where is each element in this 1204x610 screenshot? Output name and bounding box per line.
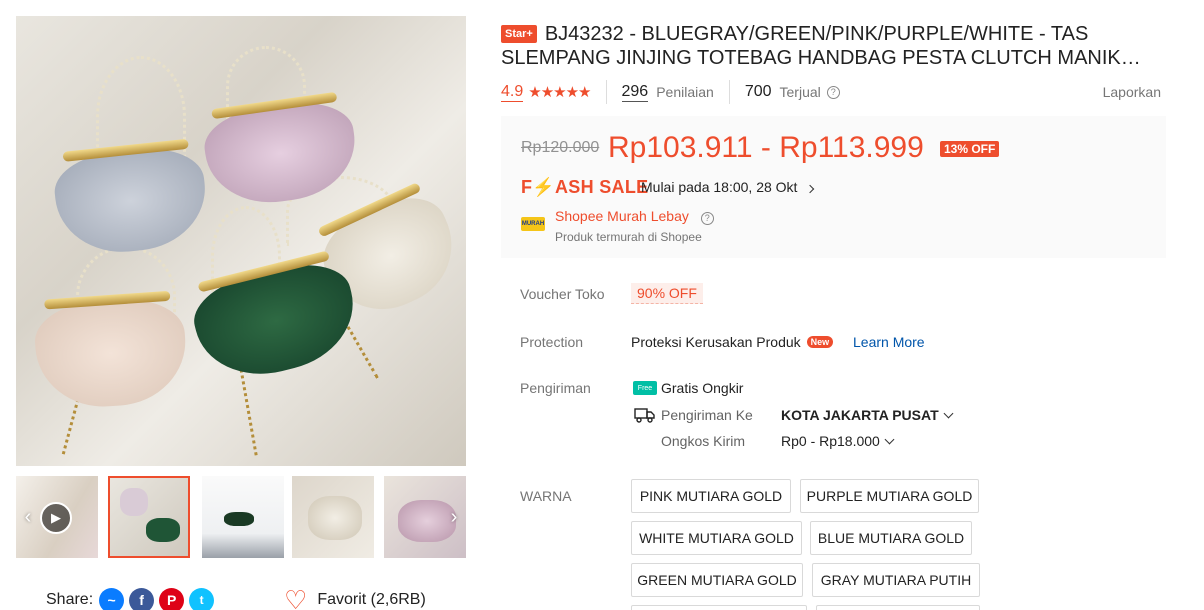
play-icon: ▶ xyxy=(40,502,72,534)
heart-icon: ♡ xyxy=(284,585,308,610)
twitter-icon[interactable]: t xyxy=(189,587,215,610)
product-title-text: BJ43232 - BLUEGRAY/GREEN/PINK/PURPLE/WHI… xyxy=(501,23,1141,69)
chevron-left-icon[interactable]: ‹ xyxy=(16,505,40,529)
thumbnail-2[interactable] xyxy=(108,476,190,558)
sold-count: 700 xyxy=(744,83,772,100)
variant-label: WARNA xyxy=(520,488,572,504)
variant-option[interactable]: BLUE MUTIARA GOLD xyxy=(810,521,972,555)
question-icon[interactable]: ? xyxy=(826,85,840,99)
rating-value[interactable]: 4.9 xyxy=(501,83,524,102)
learn-more-link[interactable]: Learn More xyxy=(853,334,925,350)
review-count[interactable]: 296 xyxy=(621,83,649,102)
report-link[interactable]: Laporkan xyxy=(1103,84,1161,100)
flash-sale-logo: F⚡ASH SALE xyxy=(521,177,649,197)
product-title: Star+ BJ43232 - BLUEGRAY/GREEN/PINK/PURPL… xyxy=(501,22,1151,70)
variant-option[interactable]: GREEN MUTIARA GOLD xyxy=(631,563,803,597)
main-product-image[interactable] xyxy=(16,16,466,466)
rating-stars-icon: ★★★★★ xyxy=(528,84,591,101)
ship-to-value: KOTA JAKARTA PUSAT xyxy=(781,407,939,423)
variant-option[interactable]: GRAY MUTIARA PUTIH xyxy=(812,563,980,597)
murah-lebay-subtitle: Produk termurah di Shopee xyxy=(555,230,702,244)
cost-value: Rp0 - Rp18.000 xyxy=(781,433,880,449)
chevron-right-icon[interactable]: › xyxy=(442,505,466,529)
variant-option-partial[interactable] xyxy=(631,605,807,610)
murah-lebay-title-text: Shopee Murah Lebay xyxy=(555,208,689,224)
question-icon: ? xyxy=(700,211,714,225)
star-plus-badge: Star+ xyxy=(501,25,537,43)
voucher-label: Voucher Toko xyxy=(520,286,605,302)
protection-value: Proteksi Kerusakan Produk New xyxy=(631,334,834,350)
flash-sale-time-text: Mulai pada 18:00, 28 Okt xyxy=(641,179,798,195)
sold-label: Terjual xyxy=(779,84,821,100)
protection-label: Protection xyxy=(520,334,584,350)
divider xyxy=(728,80,730,104)
murah-lebay-title[interactable]: Shopee Murah Lebay ? xyxy=(555,208,714,225)
discount-badge: 13% OFF xyxy=(940,141,1000,157)
favorite-label: Favorit (2,6RB) xyxy=(317,591,426,608)
review-label: Penilaian xyxy=(656,84,714,100)
protection-text: Proteksi Kerusakan Produk xyxy=(631,334,801,350)
current-price: Rp103.911 - Rp113.999 xyxy=(608,131,924,164)
variant-option[interactable]: PURPLE MUTIARA GOLD xyxy=(800,479,979,513)
thumbnail-strip: ▶ ‹ › xyxy=(16,476,466,558)
variant-option[interactable]: WHITE MUTIARA GOLD xyxy=(631,521,802,555)
voucher-chip[interactable]: 90% OFF xyxy=(631,283,703,304)
facebook-icon[interactable]: f xyxy=(129,587,155,610)
share-row: Share: ~ f P t xyxy=(46,587,219,610)
pinterest-icon[interactable]: P xyxy=(159,587,185,610)
ship-to-label: Pengiriman Ke xyxy=(661,407,753,423)
thumbnail-4[interactable] xyxy=(292,476,374,558)
share-label: Share: xyxy=(46,591,94,608)
variant-option[interactable]: PINK MUTIARA GOLD xyxy=(631,479,791,513)
chevron-down-icon xyxy=(884,434,895,445)
divider xyxy=(605,80,607,104)
murah-lebay-logo-icon: MURAH xyxy=(521,217,545,231)
flash-sale-time[interactable]: Mulai pada 18:00, 28 Okt xyxy=(641,179,815,195)
ship-to-selector[interactable]: KOTA JAKARTA PUSAT xyxy=(781,407,954,423)
new-badge: New xyxy=(806,336,834,348)
cost-selector[interactable]: Rp0 - Rp18.000 xyxy=(781,433,895,449)
original-price: Rp120.000 xyxy=(521,139,600,156)
favorite-button[interactable]: ♡ Favorit (2,6RB) xyxy=(284,587,426,610)
messenger-icon[interactable]: ~ xyxy=(99,587,125,610)
chevron-down-icon xyxy=(943,408,954,419)
shipping-label: Pengiriman xyxy=(520,380,591,396)
thumbnail-3[interactable] xyxy=(202,476,284,558)
price-section: Rp120.000 Rp103.911 - Rp113.999 13% OFF … xyxy=(501,116,1166,258)
free-shipping-text: Gratis Ongkir xyxy=(661,380,744,396)
product-stats: 4.9 ★★★★★ 296 Penilaian 700 Terjual ? La… xyxy=(501,80,1161,104)
chevron-right-icon xyxy=(806,184,815,194)
truck-icon xyxy=(634,408,655,423)
free-shipping-icon: Free xyxy=(633,381,657,395)
cost-label: Ongkos Kirim xyxy=(661,433,746,449)
variant-option-partial[interactable] xyxy=(816,605,980,610)
